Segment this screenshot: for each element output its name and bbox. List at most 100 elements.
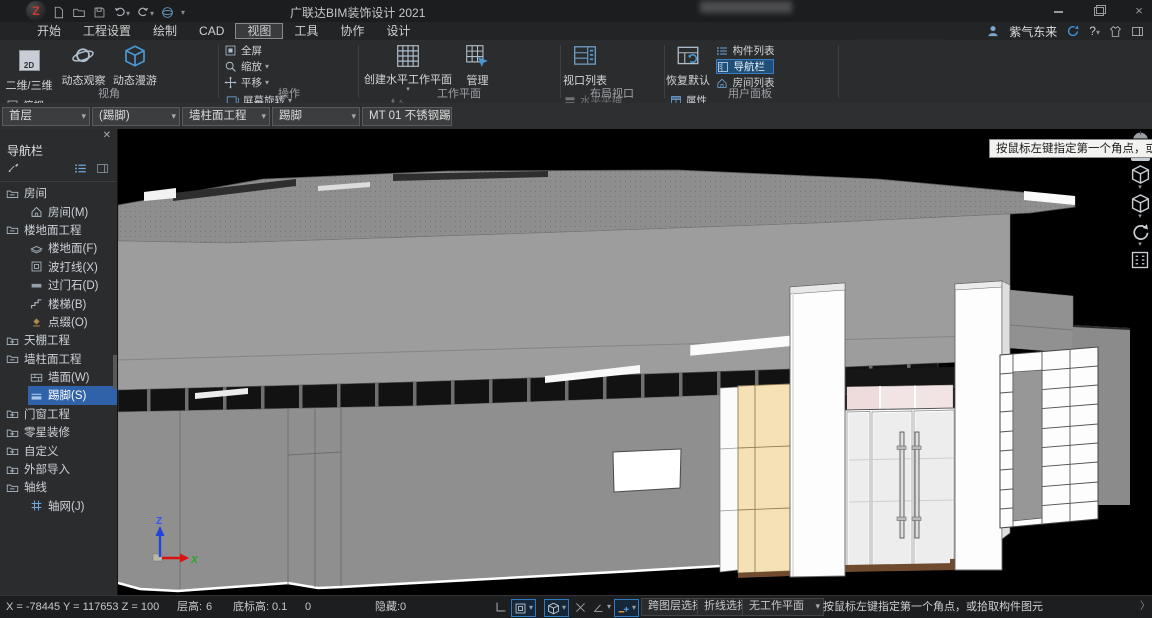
restore-button[interactable] — [1092, 4, 1106, 18]
collaborate-sphere-icon[interactable] — [161, 6, 174, 19]
folder-open-icon — [6, 481, 19, 494]
panel-view-icon[interactable] — [96, 162, 109, 175]
stone-icon — [30, 279, 43, 292]
quick-access-toolbar: ▾ ▾ ▾ — [52, 3, 185, 21]
nav-group-ceiling-works[interactable]: 天棚工程 — [0, 331, 117, 349]
refresh-icon[interactable] — [1066, 24, 1080, 38]
component-list-button[interactable]: 构件列表 — [716, 43, 774, 58]
navigation-bar-button[interactable]: 导航栏 — [716, 59, 774, 74]
nav-item-accent[interactable]: 点缀(O) — [0, 313, 117, 331]
list-view-icon[interactable] — [74, 162, 87, 175]
manage-workplane-button[interactable]: 管理 — [460, 42, 494, 90]
nav-group-room[interactable]: 房间 — [0, 184, 117, 202]
nav-group-custom[interactable]: 自定义 — [0, 441, 117, 459]
app-logo-icon[interactable]: Z — [26, 1, 46, 21]
quick-access-dropdown-icon[interactable]: ▾ — [181, 8, 185, 17]
entrance-pillar-left — [790, 283, 845, 577]
nav-panel-close-icon[interactable]: ✕ — [103, 130, 111, 141]
blurred-region-1 — [700, 1, 792, 13]
folder-closed-icon — [6, 407, 19, 420]
3d-viewport[interactable]: Z X 2D ▾ ▾ ▾ 按鼠标左键指定第一个角点，或拾取构件图元 — [118, 129, 1152, 595]
schedule-list-button[interactable] — [1130, 250, 1150, 270]
create-horizontal-workplane-button[interactable]: 创建水平工作平面 ▾ — [360, 43, 456, 91]
user-avatar-icon[interactable] — [986, 24, 1000, 38]
workplane-display-toggle[interactable]: ▾ — [511, 599, 536, 617]
user-name[interactable]: 紫气东来 — [1009, 23, 1057, 40]
nav-item-door-stone[interactable]: 过门石(D) — [0, 276, 117, 294]
undo-button[interactable]: ▾ — [113, 3, 130, 21]
mouse-icon[interactable] — [1131, 128, 1150, 139]
dynamic-walkthrough-button[interactable]: 动态漫游 — [111, 42, 159, 90]
axis-z-label: Z — [156, 516, 162, 527]
panel-splitter-handle[interactable] — [113, 355, 117, 389]
new-file-icon[interactable] — [52, 6, 65, 19]
nav-group-external-import[interactable]: 外部导入 — [0, 460, 117, 478]
nav-item-border-line[interactable]: 波打线(X) — [0, 258, 117, 276]
object-snap-toggle[interactable]: ▾ — [614, 599, 639, 617]
wall-white-sign — [613, 449, 681, 492]
tab-view[interactable]: 视图 — [235, 23, 283, 39]
floor-select[interactable]: 首层 — [2, 107, 90, 126]
workplane-select[interactable]: 无工作平面 — [742, 598, 824, 616]
dynamic-orbit-button[interactable]: 动态观察 — [60, 42, 106, 90]
tab-tools[interactable]: 工具 — [283, 23, 329, 39]
open-file-icon[interactable] — [72, 6, 86, 19]
category-select[interactable]: 墙柱面工程 — [182, 107, 270, 126]
nav-item-floor-finish[interactable]: 楼地面(F) — [0, 239, 117, 257]
rotate-view-button[interactable]: ▾ — [1130, 222, 1150, 247]
help-button[interactable]: ?▾ — [1089, 24, 1100, 38]
tab-collaboration[interactable]: 协作 — [329, 23, 375, 39]
tab-project-settings[interactable]: 工程设置 — [72, 23, 142, 39]
ortho-corner-icon[interactable] — [494, 599, 508, 615]
nav-group-axis[interactable]: 轴线 — [0, 478, 117, 496]
close-button[interactable]: × — [1132, 4, 1146, 18]
menu-tabs: 开始 工程设置 绘制 CAD 视图 工具 协作 设计 — [26, 22, 421, 40]
view-cube-button-1[interactable]: ▾ — [1130, 164, 1151, 190]
house-icon — [30, 205, 43, 218]
save-icon[interactable] — [93, 6, 106, 19]
nav-item-room[interactable]: 房间(M) — [0, 202, 117, 220]
material-select[interactable]: MT 01 不锈钢踢 — [362, 107, 452, 126]
nav-group-floor-works[interactable]: 楼地面工程 — [0, 221, 117, 239]
tab-start[interactable]: 开始 — [26, 23, 72, 39]
nav-group-wall-column-works[interactable]: 墙柱面工程 — [0, 350, 117, 368]
fullscreen-button[interactable]: 全屏 — [224, 43, 276, 58]
entrance-white-panel — [720, 387, 738, 572]
group-label-user-panel: 用户面板 — [666, 85, 834, 101]
viewport-list-button[interactable]: 视口列表 — [562, 42, 608, 90]
tab-design[interactable]: 设计 — [375, 23, 421, 39]
tab-draw[interactable]: 绘制 — [142, 23, 188, 39]
floor-height-label: 层高: — [177, 596, 202, 618]
component-select[interactable]: 踢脚 — [272, 107, 360, 126]
menu-right-cluster: 紫气东来 ?▾ — [986, 22, 1144, 40]
angle-snap-icon[interactable]: ▾ — [592, 599, 611, 615]
pin-move-icon[interactable] — [7, 162, 20, 175]
panel-layout-icon[interactable] — [1131, 25, 1144, 38]
sub-select[interactable]: (踢脚) — [92, 107, 180, 126]
application-window: Z ▾ ▾ ▾ 广联达BIM装饰设计 2021 × 开始 工程设置 绘制 CAD… — [0, 0, 1152, 617]
app-title: 广联达BIM装饰设计 2021 — [290, 4, 425, 21]
nav-group-door-window-works[interactable]: 门窗工程 — [0, 405, 117, 423]
folder-closed-icon — [6, 334, 19, 347]
magnifier-icon — [224, 60, 237, 73]
minimize-button[interactable] — [1052, 4, 1066, 18]
view-cube-button-2[interactable]: ▾ — [1130, 193, 1151, 219]
view-mode-toggle[interactable]: ▾ — [544, 599, 569, 617]
group-label-operations: 操作 — [222, 85, 356, 101]
tab-cad[interactable]: CAD — [188, 23, 235, 39]
wall-icon — [30, 371, 43, 384]
theme-shirt-icon[interactable] — [1109, 25, 1122, 38]
nav-item-axis-grid[interactable]: 轴网(J) — [0, 497, 117, 515]
ribbon: 2D 二维/三维 动态观察 动态漫游 俯视▾ 西南等轴侧▾ 边面▾ 视角 全屏 — [0, 40, 1152, 104]
status-expand-chevron[interactable]: 〉 — [1140, 596, 1150, 618]
restore-default-button[interactable]: 恢复默认 — [666, 42, 710, 90]
cross-select-icon[interactable] — [574, 599, 587, 615]
nav-group-misc-decoration[interactable]: 零星装修 — [0, 423, 117, 441]
zoom-button[interactable]: 缩放▾ — [224, 59, 276, 74]
redo-button[interactable]: ▾ — [137, 3, 154, 21]
nav-item-stairs[interactable]: 楼梯(B) — [0, 294, 117, 312]
nav-item-skirting[interactable]: 踢脚(S) — [28, 386, 117, 404]
nav-item-wall-face[interactable]: 墙面(W) — [0, 368, 117, 386]
nav-panel-toolbar — [0, 159, 117, 179]
redo-icon — [137, 5, 150, 18]
